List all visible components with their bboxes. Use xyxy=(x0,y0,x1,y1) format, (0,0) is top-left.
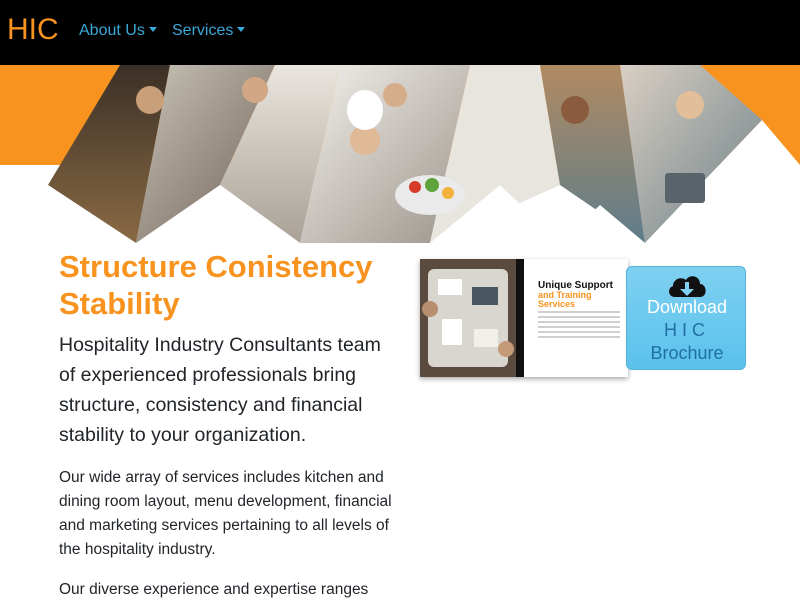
chevron-down-icon xyxy=(237,27,246,32)
brochure-spine xyxy=(516,259,524,377)
nav-about-us-dropdown[interactable]: About Us xyxy=(79,21,157,41)
hero-collage-image xyxy=(0,65,800,245)
download-brochure-label: Brochure xyxy=(650,343,724,363)
download-label: Download xyxy=(646,297,728,317)
chevron-down-icon xyxy=(148,27,157,32)
download-hic-label: HIC xyxy=(664,320,710,340)
page-headline: Structure Conistency Stability xyxy=(59,249,373,321)
brochure-body-text xyxy=(538,311,620,341)
nav-services-dropdown[interactable]: Services xyxy=(172,21,246,41)
meeting-photo-image xyxy=(420,259,516,377)
brand-logo[interactable]: HIC xyxy=(7,12,59,48)
nav-about-us-label: About Us xyxy=(79,22,145,39)
intro-lead-text: Hospitality Industry Consultants team of… xyxy=(59,334,381,446)
experience-paragraph: Our diverse experience and expertise ran… xyxy=(59,581,369,598)
nav-services-label: Services xyxy=(172,22,234,39)
services-paragraph: Our wide array of services includes kitc… xyxy=(59,469,392,558)
brochure-cover-subtitle: and Training Services xyxy=(538,290,592,309)
brochure-cover-image[interactable]: Unique Support and Training Services xyxy=(420,259,628,377)
navbar: HIC About Us Services xyxy=(0,0,800,65)
download-brochure-button[interactable]: Download HIC Brochure xyxy=(626,266,746,370)
